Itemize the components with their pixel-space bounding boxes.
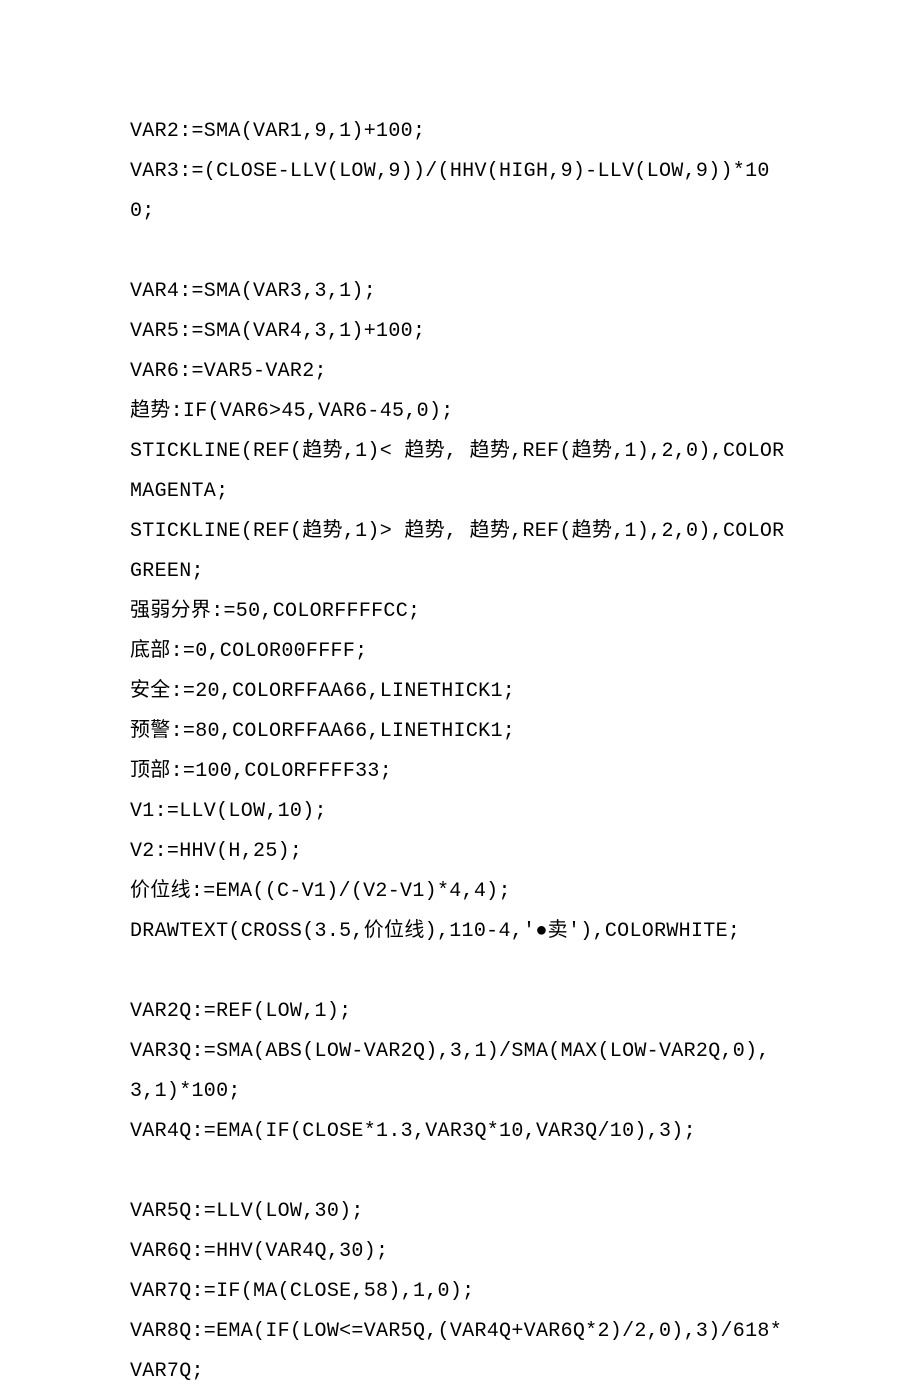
code-line: VAR5:=SMA(VAR4,3,1)+100; xyxy=(130,312,790,352)
code-line: 趋势:IF(VAR6>45,VAR6-45,0); xyxy=(130,392,790,432)
code-line: V2:=HHV(H,25); xyxy=(130,832,790,872)
code-line: STICKLINE(REF(趋势,1)< 趋势, 趋势,REF(趋势,1),2,… xyxy=(130,432,790,512)
code-line: 强弱分界:=50,COLORFFFFCC; xyxy=(130,592,790,632)
blank-line xyxy=(130,1152,790,1192)
code-line: VAR2:=SMA(VAR1,9,1)+100; xyxy=(130,112,790,152)
code-line: 底部:=0,COLOR00FFFF; xyxy=(130,632,790,672)
code-line: 预警:=80,COLORFFAA66,LINETHICK1; xyxy=(130,712,790,752)
code-line: VAR6Q:=HHV(VAR4Q,30); xyxy=(130,1232,790,1272)
code-document: VAR2:=SMA(VAR1,9,1)+100; VAR3:=(CLOSE-LL… xyxy=(130,112,790,1392)
blank-line xyxy=(130,232,790,272)
code-line: VAR3:=(CLOSE-LLV(LOW,9))/(HHV(HIGH,9)-LL… xyxy=(130,152,790,232)
code-line: VAR8Q:=EMA(IF(LOW<=VAR5Q,(VAR4Q+VAR6Q*2)… xyxy=(130,1312,790,1392)
code-line: VAR3Q:=SMA(ABS(LOW-VAR2Q),3,1)/SMA(MAX(L… xyxy=(130,1032,790,1112)
blank-line xyxy=(130,952,790,992)
code-line: VAR2Q:=REF(LOW,1); xyxy=(130,992,790,1032)
code-line: 顶部:=100,COLORFFFF33; xyxy=(130,752,790,792)
code-line: VAR7Q:=IF(MA(CLOSE,58),1,0); xyxy=(130,1272,790,1312)
code-line: VAR4Q:=EMA(IF(CLOSE*1.3,VAR3Q*10,VAR3Q/1… xyxy=(130,1112,790,1152)
code-line: 价位线:=EMA((C-V1)/(V2-V1)*4,4); xyxy=(130,872,790,912)
code-line: STICKLINE(REF(趋势,1)> 趋势, 趋势,REF(趋势,1),2,… xyxy=(130,512,790,592)
code-line: VAR4:=SMA(VAR3,3,1); xyxy=(130,272,790,312)
code-line: DRAWTEXT(CROSS(3.5,价位线),110-4,'●卖'),COLO… xyxy=(130,912,790,952)
code-line: 安全:=20,COLORFFAA66,LINETHICK1; xyxy=(130,672,790,712)
code-line: VAR5Q:=LLV(LOW,30); xyxy=(130,1192,790,1232)
code-line: V1:=LLV(LOW,10); xyxy=(130,792,790,832)
code-line: VAR6:=VAR5-VAR2; xyxy=(130,352,790,392)
